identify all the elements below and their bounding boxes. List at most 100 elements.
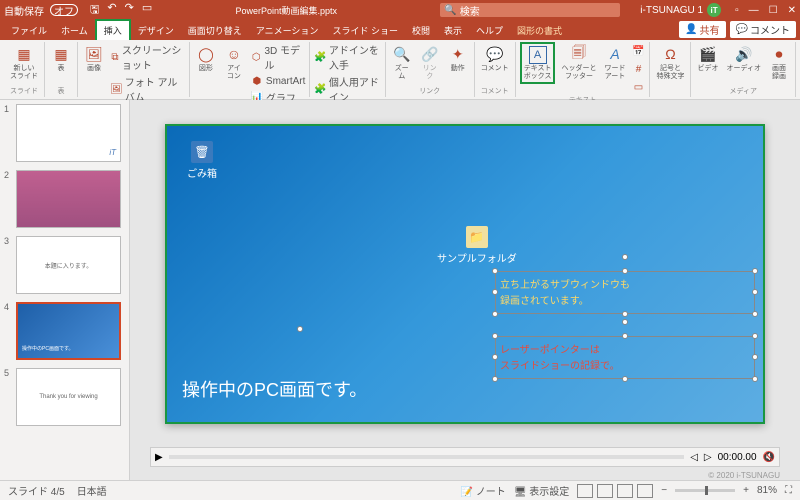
tab-transition[interactable]: 画面切り替え xyxy=(181,21,249,40)
addin-icon: 🧩 xyxy=(314,82,326,96)
maximize-icon[interactable]: ☐ xyxy=(769,5,778,16)
zoom-in-icon[interactable]: + xyxy=(743,485,749,496)
audio-button[interactable]: 🔊オーディオ xyxy=(724,42,763,75)
title-bar: 自動保存 オフ 🖫 ↶ ↷ ▭ PowerPoint動画編集.pptx 🔍 検索… xyxy=(0,0,800,20)
table-icon: ▦ xyxy=(51,44,71,64)
timeline-track[interactable] xyxy=(169,455,685,459)
tab-insert[interactable]: 挿入 xyxy=(95,19,131,40)
tab-home[interactable]: ホーム xyxy=(54,21,95,40)
action-icon: ✦ xyxy=(448,44,468,64)
search-box[interactable]: 🔍 検索 xyxy=(440,3,620,17)
textbox-icon: A xyxy=(529,46,547,64)
user-account[interactable]: i-TSUNAGU 1 iT xyxy=(640,3,721,17)
notes-button[interactable]: 📝 ノート xyxy=(461,483,506,498)
audio-icon: 🔊 xyxy=(734,44,754,64)
ribbon-options-icon[interactable]: ▫ xyxy=(735,5,739,16)
icons-button[interactable]: ☺アイ コン xyxy=(222,42,246,82)
tab-view[interactable]: 表示 xyxy=(437,21,469,40)
comments-button[interactable]: 💬コメント xyxy=(730,21,796,38)
tab-review[interactable]: 校閲 xyxy=(405,21,437,40)
image-button[interactable]: 🖼画像 xyxy=(82,42,106,75)
object-icon[interactable]: ▭ xyxy=(631,80,645,94)
wordart-button[interactable]: Aワード アート xyxy=(602,42,627,82)
textbox-button[interactable]: Aテキスト ボックス xyxy=(520,42,556,84)
slide-number-icon[interactable]: # xyxy=(631,62,645,76)
prev-frame-icon[interactable]: ◁ xyxy=(690,452,698,463)
icons-icon: ☺ xyxy=(224,44,244,64)
slide-caption[interactable]: 操作中のPC画面です。 xyxy=(182,376,367,402)
sorter-view-icon[interactable] xyxy=(597,484,613,498)
zoom-out-icon[interactable]: − xyxy=(661,485,667,496)
zoom-button[interactable]: 🔍ズー ム xyxy=(390,42,414,82)
symbols-icon: Ω xyxy=(660,44,680,64)
next-frame-icon[interactable]: ▷ xyxy=(704,452,712,463)
symbols-button[interactable]: Ω記号と 特殊文字 xyxy=(654,42,686,82)
tab-file[interactable]: ファイル xyxy=(4,21,54,40)
ribbon: ▦新しい スライド スライド ▦表 表 🖼画像 ⧉スクリーンショット 🖼フォト … xyxy=(0,40,800,100)
play-icon[interactable]: ▶ xyxy=(155,452,163,463)
record-icon: ⏺ xyxy=(769,44,789,64)
thumbnail-4[interactable]: 操作中のPC画面です。 xyxy=(16,302,121,360)
status-bar: スライド 4/5 日本語 📝 ノート 🖥 表示設定 − + 81% ⛶ xyxy=(0,480,800,500)
new-slide-button[interactable]: ▦新しい スライド xyxy=(8,42,40,82)
search-icon: 🔍 xyxy=(444,5,456,16)
get-addin-button[interactable]: 🧩アドインを入手 xyxy=(314,42,380,72)
zoom-level[interactable]: 81% xyxy=(757,485,777,496)
tab-animation[interactable]: アニメーション xyxy=(249,21,326,40)
display-settings-button[interactable]: 🖥 表示設定 xyxy=(514,483,569,498)
slideshow-view-icon[interactable] xyxy=(637,484,653,498)
slide-position[interactable]: スライド 4/5 xyxy=(8,483,65,498)
close-icon[interactable]: ✕ xyxy=(788,5,796,16)
autosave-toggle[interactable]: オフ xyxy=(50,4,78,16)
redo-icon[interactable]: ↷ xyxy=(125,1,134,20)
smartart-button[interactable]: ⬢SmartArt xyxy=(250,74,305,88)
thumbnail-3[interactable]: 本題に入ります。 xyxy=(16,236,121,294)
avatar: iT xyxy=(707,3,721,17)
rotation-handle[interactable] xyxy=(297,326,303,332)
link-button[interactable]: 🔗リン ク xyxy=(418,42,442,82)
screen-record-button[interactable]: ⏺画面 録画 xyxy=(767,42,791,82)
tab-slideshow[interactable]: スライド ショー xyxy=(325,21,405,40)
slide-canvas[interactable]: 🗑ごみ箱 📁サンプルフォルダ 操作中のPC画面です。 立ち上がるサブウィンドウも… xyxy=(165,124,765,424)
zoom-icon: 🔍 xyxy=(392,44,412,64)
date-icon[interactable]: 📅 xyxy=(631,44,645,58)
minimize-icon[interactable]: — xyxy=(749,5,759,16)
rotation-handle[interactable] xyxy=(622,254,628,260)
shapes-button[interactable]: ◯図形 xyxy=(194,42,218,75)
tab-shape-format[interactable]: 図形の書式 xyxy=(510,21,569,40)
tab-design[interactable]: デザイン xyxy=(131,21,181,40)
share-button[interactable]: 👤共有 xyxy=(679,21,725,38)
slide-thumbnails: 1iT 2 3本題に入ります。 4操作中のPC画面です。 5Thank you … xyxy=(0,100,130,480)
store-icon: 🧩 xyxy=(314,50,326,64)
textbox-red[interactable]: レーザーポインターはスライドショーの記録で。 xyxy=(495,336,755,380)
normal-view-icon[interactable] xyxy=(577,484,593,498)
tab-help[interactable]: ヘルプ xyxy=(469,21,510,40)
share-icon: 👤 xyxy=(685,24,697,35)
rotation-handle[interactable] xyxy=(622,319,628,325)
textbox-yellow[interactable]: 立ち上がるサブウィンドウも録画されています。 xyxy=(495,271,755,315)
start-slideshow-icon[interactable]: ▭ xyxy=(142,1,152,20)
zoom-slider[interactable] xyxy=(675,489,735,492)
media-playbar: ▶ ◁ ▷ 00:00.00 🔇 xyxy=(150,447,780,467)
fit-window-icon[interactable]: ⛶ xyxy=(785,485,792,496)
save-icon[interactable]: 🖫 xyxy=(90,1,99,20)
thumbnail-2[interactable] xyxy=(16,170,121,228)
screenshot-button[interactable]: ⧉スクリーンショット xyxy=(110,42,185,72)
video-button[interactable]: 🎬ビデオ xyxy=(695,42,720,75)
header-footer-button[interactable]: 🗐ヘッダーと フッター xyxy=(559,42,598,82)
reading-view-icon[interactable] xyxy=(617,484,633,498)
comment-button[interactable]: 💬コメント xyxy=(479,42,511,75)
document-title: PowerPoint動画編集.pptx xyxy=(152,4,420,17)
language-status[interactable]: 日本語 xyxy=(77,483,107,498)
model3d-button[interactable]: ⬡3D モデル xyxy=(250,42,305,72)
table-button[interactable]: ▦表 xyxy=(49,42,73,75)
comment-icon: 💬 xyxy=(736,24,748,35)
thumbnail-1[interactable]: iT xyxy=(16,104,121,162)
undo-icon[interactable]: ↶ xyxy=(107,1,116,20)
mute-icon[interactable]: 🔇 xyxy=(763,452,775,463)
image-icon: 🖼 xyxy=(84,44,104,64)
thumbnail-5[interactable]: Thank you for viewing xyxy=(16,368,121,426)
new-slide-icon: ▦ xyxy=(14,44,34,64)
action-button[interactable]: ✦動作 xyxy=(446,42,470,75)
smartart-icon: ⬢ xyxy=(250,74,264,88)
